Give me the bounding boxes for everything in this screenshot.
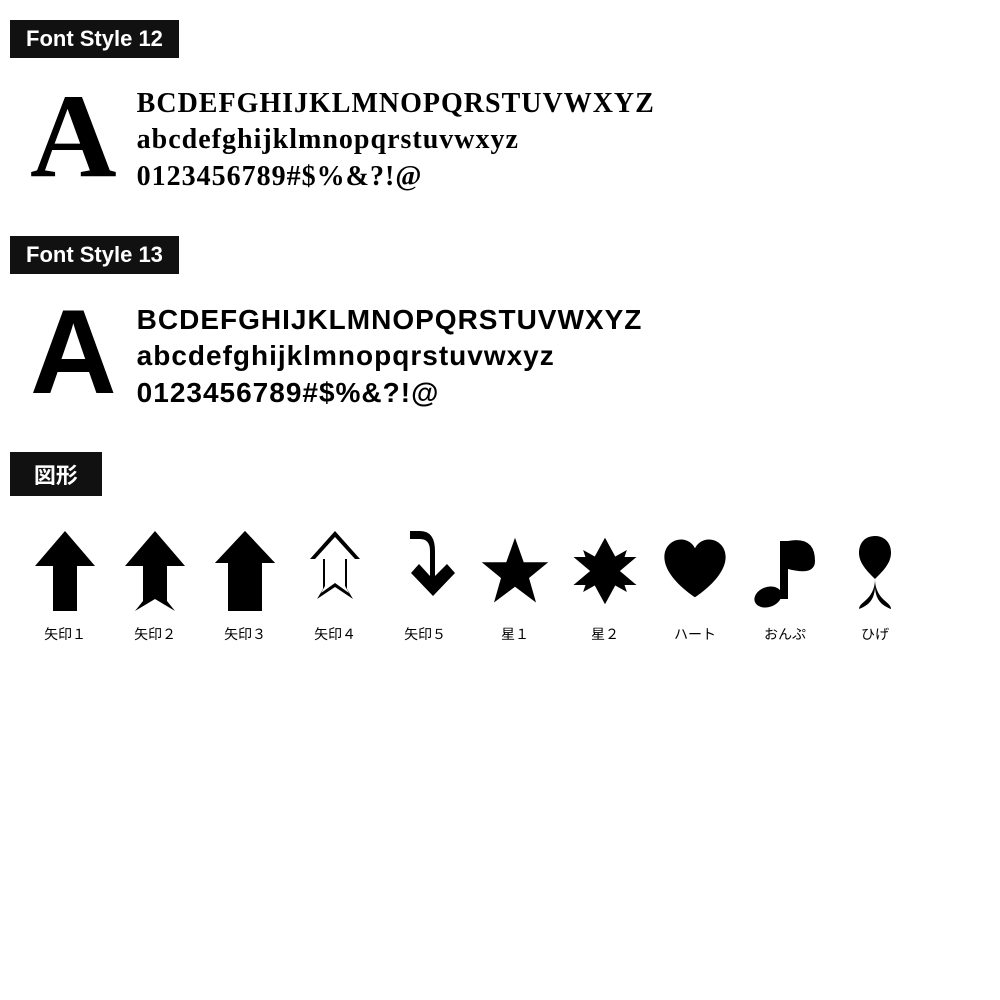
font-12-line-3: 0123456789#$%&?!@ [137,159,655,195]
shape-item-arrow3: 矢印３ [200,526,290,644]
arrow3-label: 矢印３ [224,624,266,644]
font-style-13-badge: Font Style 13 [10,236,990,292]
font-13-line-2: abcdefghijklmnopqrstuvwxyz [137,338,643,374]
arrow3-icon [210,526,280,616]
arrow4-label: 矢印４ [314,624,356,644]
heart-icon [660,526,730,616]
shapes-section: 図形 矢印１ 矢印２ [10,452,990,654]
shapes-row: 矢印１ 矢印２ [10,506,990,654]
shape-item-arrow5: 矢印５ [380,526,470,644]
font-13-line-3: 0123456789#$%&?!@ [137,375,643,411]
note-icon [750,526,820,616]
arrow2-label: 矢印２ [134,624,176,644]
shapes-badge: 図形 [10,452,990,506]
star2-icon [570,526,640,616]
font-12-big-letter: A [30,76,117,196]
font-style-12-badge: Font Style 12 [10,20,990,76]
shape-item-arrow1: 矢印１ [20,526,110,644]
note-label: おんぷ [764,624,806,644]
arrow4-icon [300,526,370,616]
shape-item-note: おんぷ [740,526,830,644]
heart-label: ハート [674,624,716,644]
star1-label: 星１ [501,624,529,644]
page-wrapper: Font Style 12 A BCDEFGHIJKLMNOPQRSTUVWXY… [0,0,1000,674]
font-13-line-1: BCDEFGHIJKLMNOPQRSTUVWXYZ [137,302,643,338]
arrow2-icon [120,526,190,616]
arrow1-icon [30,526,100,616]
font-style-13-section: Font Style 13 A BCDEFGHIJKLMNOPQRSTUVWXY… [10,236,990,412]
font-12-line-2: abcdefghijklmnopqrstuvwxyz [137,122,655,158]
arrow5-icon [390,526,460,616]
arrow1-label: 矢印１ [44,624,86,644]
shape-item-curl: ひげ [830,526,920,644]
font-12-line-1: BCDEFGHIJKLMNOPQRSTUVWXYZ [137,86,655,122]
curl-icon [855,526,895,616]
arrow5-label: 矢印５ [404,624,446,644]
shape-item-star1: 星１ [470,526,560,644]
star1-icon [480,526,550,616]
shape-item-arrow4: 矢印４ [290,526,380,644]
font-style-12-section: Font Style 12 A BCDEFGHIJKLMNOPQRSTUVWXY… [10,20,990,196]
star2-label: 星２ [591,624,619,644]
shape-item-arrow2: 矢印２ [110,526,200,644]
font-13-demo: A BCDEFGHIJKLMNOPQRSTUVWXYZ abcdefghijkl… [10,292,990,412]
shape-item-heart: ハート [650,526,740,644]
shape-item-star2: 星２ [560,526,650,644]
font-12-alphabet: BCDEFGHIJKLMNOPQRSTUVWXYZ abcdefghijklmn… [137,76,655,195]
curl-label: ひげ [861,624,889,644]
font-12-demo: A BCDEFGHIJKLMNOPQRSTUVWXYZ abcdefghijkl… [10,76,990,196]
font-13-big-letter: A [30,292,117,412]
font-13-alphabet: BCDEFGHIJKLMNOPQRSTUVWXYZ abcdefghijklmn… [137,292,643,411]
